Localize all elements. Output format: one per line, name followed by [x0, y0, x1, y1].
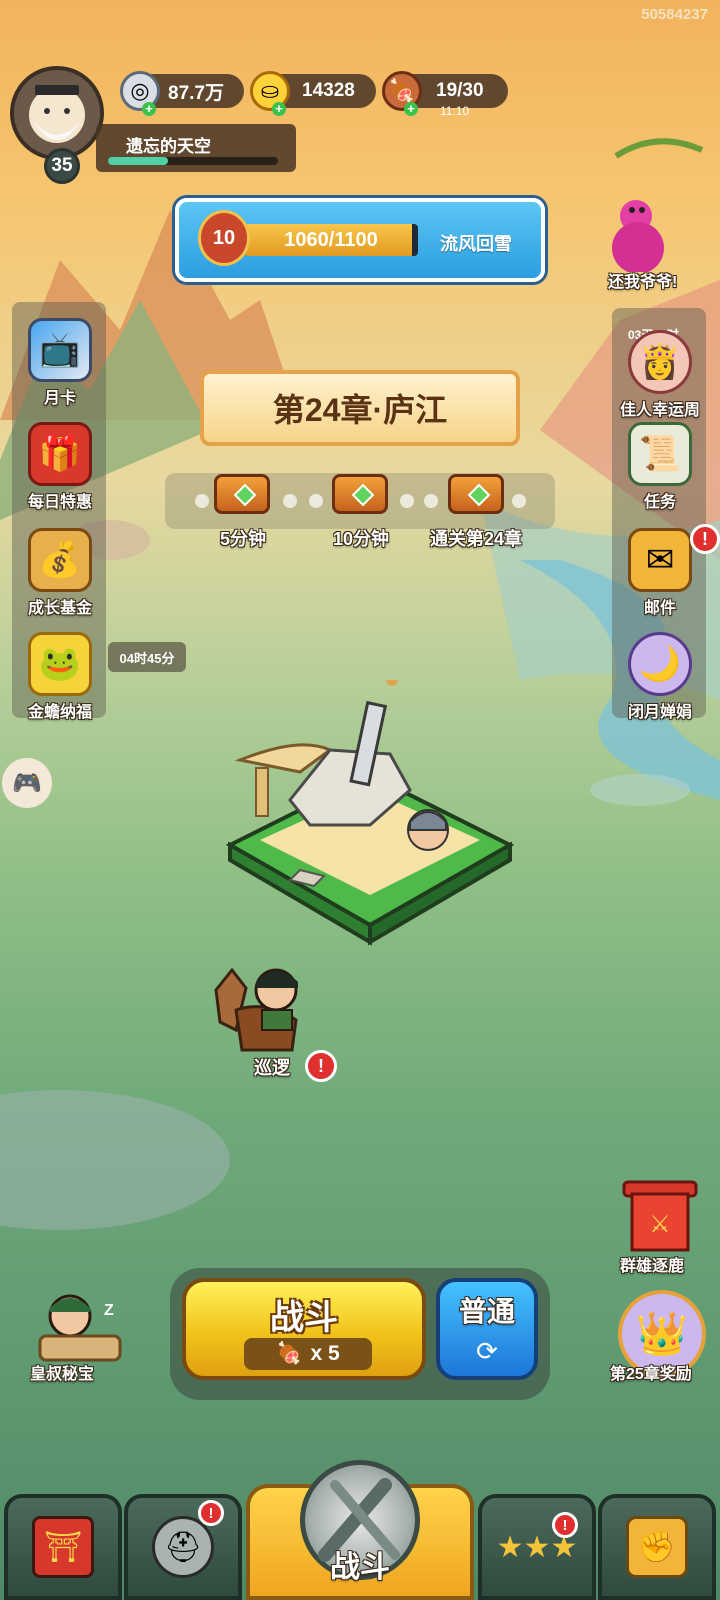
chest-2[interactable]: [332, 474, 388, 522]
month-card-icon: 📺: [28, 318, 92, 382]
moon-icon: 🌙: [628, 632, 692, 696]
rail-dot: [309, 494, 323, 508]
gold-add-icon[interactable]: +: [272, 102, 286, 116]
chest-icon: [332, 474, 388, 514]
battle-cost-value: x 5: [310, 1342, 340, 1365]
menu-beauty-week-label: 佳人幸运周: [619, 402, 700, 419]
sleep-indicator: Z: [104, 1302, 114, 1319]
rail-dot: [195, 494, 209, 508]
rail-dot: [424, 494, 438, 508]
growth-fund-icon: 💰: [28, 528, 92, 592]
menu-beauty-week[interactable]: 👸 佳人幸运周: [610, 330, 710, 420]
rail-dot: [400, 494, 414, 508]
gold-value: 14328: [302, 80, 355, 101]
chest-icon: [214, 474, 270, 514]
stage-progress-text: 1060/1100: [284, 229, 378, 251]
menu-moon-beauty-label: 闭月婵娟: [627, 704, 692, 721]
player-exp-bar: [108, 157, 278, 165]
battle-mode-label: 普通: [458, 1296, 515, 1327]
menu-daily-deal-label: 每日特惠: [27, 494, 92, 511]
mail-alert-badge: !: [690, 524, 720, 554]
silver-value: 87.7万: [168, 82, 224, 104]
chest-3[interactable]: [448, 474, 504, 522]
rail-dot: [283, 494, 297, 508]
stamina-add-icon[interactable]: +: [404, 102, 418, 116]
chest-icon: [448, 474, 504, 514]
chest-1[interactable]: [214, 474, 270, 522]
player-level: 35: [44, 148, 80, 184]
menu-growth-fund[interactable]: 💰 成长基金: [10, 528, 110, 618]
stage-island[interactable]: [220, 680, 520, 970]
nav-battle-label: 战斗: [330, 1551, 390, 1584]
heroes-chase-label: 群雄逐鹿: [620, 1258, 685, 1275]
old-man-portrait-icon: [29, 85, 85, 143]
gourd-icon: [612, 138, 704, 274]
refresh-icon: ⟳: [476, 1336, 498, 1366]
menu-moon-beauty[interactable]: 🌙 闭月婵娟: [610, 632, 710, 722]
sleeping-uncle-icon: [38, 1294, 122, 1362]
fist-upgrade-icon: ✊: [626, 1516, 688, 1578]
heroes-alert-badge: !: [198, 1500, 224, 1526]
battle-button-label: 战斗: [270, 1299, 338, 1337]
chapter-title: 第24章·庐江: [272, 392, 448, 428]
menu-growth-fund-label: 成长基金: [27, 600, 92, 617]
golden-toad-icon: 🐸: [28, 632, 92, 696]
stage-name: 流风回雪: [440, 234, 512, 254]
heroes-chase-button[interactable]: ⚔: [614, 1176, 706, 1258]
chapter-banner: 第24章·庐江: [200, 370, 520, 446]
scroll-icon: 📜: [628, 422, 692, 486]
session-id: 50584237: [641, 6, 708, 23]
patrol-hero[interactable]: [206, 960, 316, 1060]
menu-tasks[interactable]: 📜 任务: [610, 422, 710, 512]
cards-alert-badge: !: [552, 1512, 578, 1538]
nav-tab-upgrade[interactable]: ✊: [598, 1494, 716, 1600]
stage-level-medal-icon: 10: [198, 210, 250, 266]
chapter-reward-label: 第25章奖励: [610, 1366, 692, 1383]
player-name: 遗忘的天空: [126, 137, 211, 156]
menu-golden-toad-label: 金蟾纳福: [27, 704, 92, 721]
hero-portrait-icon: 👑: [635, 1309, 689, 1357]
menu-golden-toad[interactable]: 🐸 金蟾纳福: [10, 632, 110, 722]
helmet-icon: ⛑: [152, 1516, 214, 1578]
silver-add-icon[interactable]: +: [142, 102, 156, 116]
battle-cost: 🍖 x 5: [244, 1338, 372, 1370]
patrol-alert-badge: !: [305, 1050, 337, 1082]
stage-level: 10: [212, 226, 236, 249]
chest-1-label: 5分钟: [219, 529, 266, 549]
stamina-value: 19/30: [436, 80, 484, 101]
menu-month-card[interactable]: 📺 月卡: [10, 318, 110, 408]
chest-2-label: 10分钟: [332, 529, 390, 549]
game-scene: 50584237 遗忘的天空 35 ◎ 87.7万 + ⛀ 14328 + 🍖 …: [0, 0, 720, 1600]
meat-icon: 🍖: [276, 1342, 303, 1365]
beauty-icon: 👸: [628, 330, 692, 394]
gift-bag-icon: 🎁: [28, 422, 92, 486]
patrol-label: 巡逻: [254, 1058, 290, 1078]
stamina-timer: 11:10: [440, 104, 470, 118]
golden-toad-timer: 04时45分: [108, 642, 186, 672]
nav-tab-city[interactable]: ⛩: [4, 1494, 122, 1600]
stamina-resource[interactable]: 🍖 19/30: [382, 71, 508, 111]
svg-text:⚔: ⚔: [649, 1211, 671, 1238]
city-gate-icon: ⛩: [32, 1516, 94, 1578]
menu-month-card-label: 月卡: [43, 390, 76, 407]
nav-tab-cards[interactable]: ★★★: [478, 1494, 596, 1600]
nav-tab-heroes[interactable]: ⛑: [124, 1494, 242, 1600]
rail-dot: [512, 494, 526, 508]
player-avatar[interactable]: [10, 66, 104, 160]
gamepad-icon[interactable]: 🎮: [2, 758, 52, 808]
mail-icon: ✉: [628, 528, 692, 592]
war-banner-icon: ⚔: [622, 1180, 698, 1252]
menu-daily-deal[interactable]: 🎁 每日特惠: [10, 422, 110, 512]
uncle-treasure-label: 皇叔秘宝: [30, 1366, 95, 1383]
menu-tasks-label: 任务: [643, 494, 676, 511]
gold-resource[interactable]: ⛀ 14328: [250, 71, 376, 111]
chest-3-label: 通关第24章: [429, 529, 523, 549]
event-gourd-label: 还我爷爷!: [608, 274, 678, 291]
menu-mail-label: 邮件: [643, 600, 676, 617]
silver-resource[interactable]: ◎ 87.7万: [120, 71, 244, 111]
player-exp-fill: [108, 157, 168, 165]
uncle-treasure-button[interactable]: [30, 1286, 124, 1366]
event-gourd[interactable]: [606, 136, 710, 276]
